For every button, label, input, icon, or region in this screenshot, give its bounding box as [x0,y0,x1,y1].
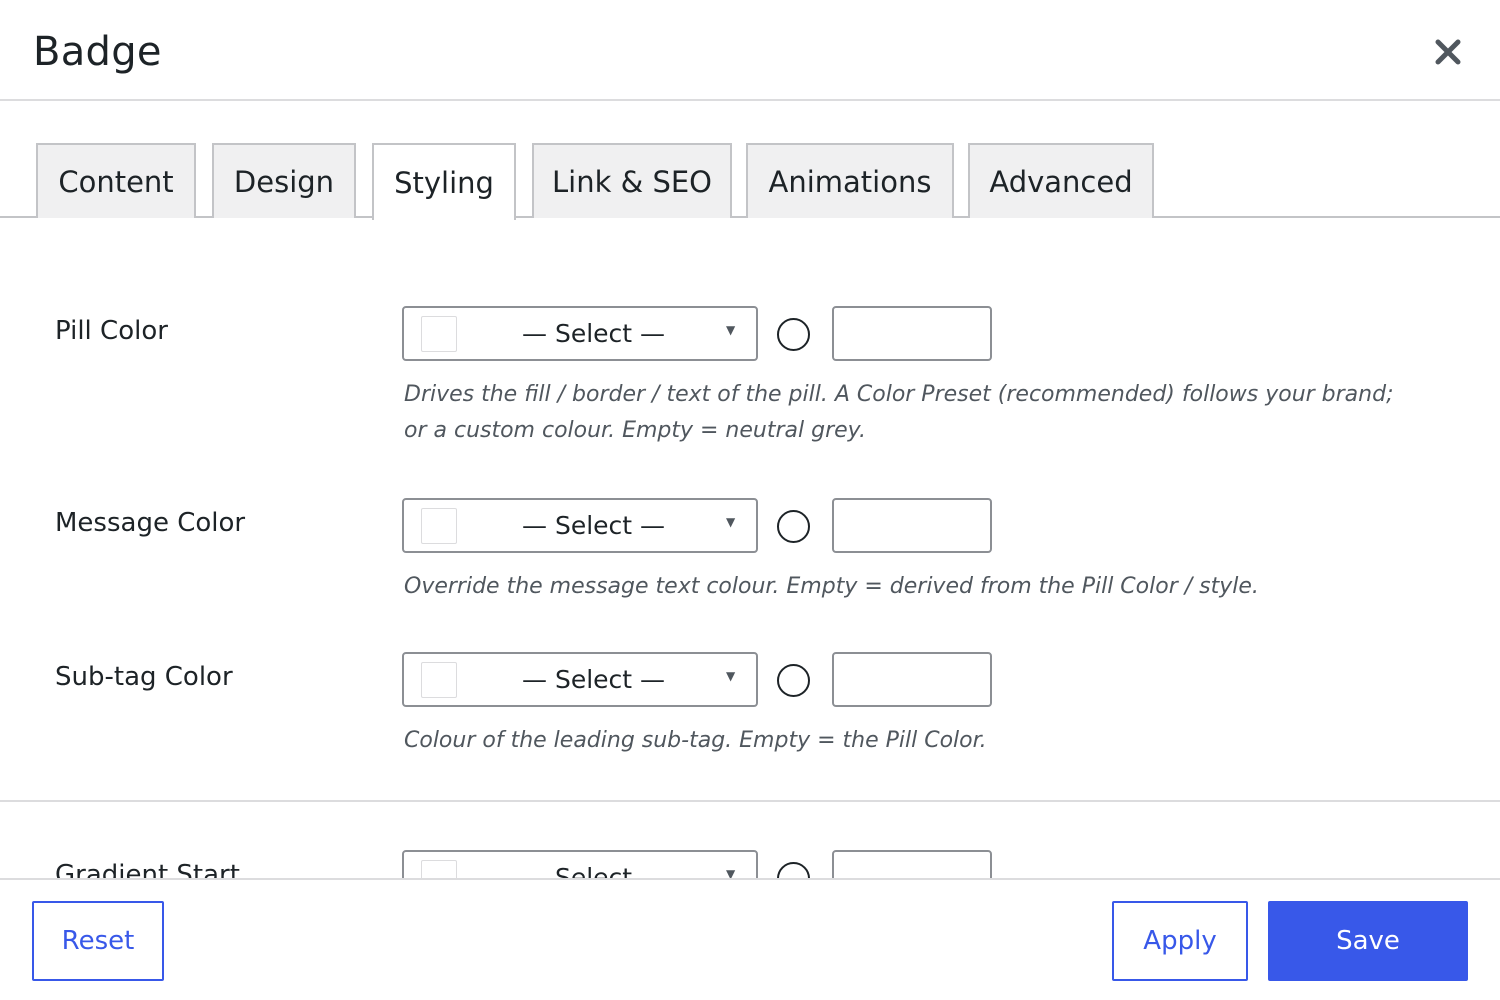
tab-bar: Content Design Styling Link & SEO Animat… [0,101,1500,220]
custom-color-radio[interactable] [777,862,810,878]
caret-down-icon: ▼ [726,515,736,529]
tab-advanced[interactable]: Advanced [968,143,1154,218]
section-divider [0,800,1500,802]
tab-styling[interactable]: Styling [372,143,516,220]
dialog-header: Badge [0,0,1500,101]
tab-design[interactable]: Design [212,143,356,218]
gradient-start-hex-input[interactable] [832,850,992,878]
pill-color-select[interactable]: — Select — ▼ [402,306,758,361]
tab-link-seo[interactable]: Link & SEO [532,143,732,218]
message-color-description: Override the message text colour. Empty … [404,574,1259,599]
close-icon [1435,39,1461,65]
pill-color-label: Pill Color [55,316,168,346]
message-color-select[interactable]: — Select — ▼ [402,498,758,553]
close-button[interactable] [1424,28,1472,76]
dialog-footer: Reset Apply Save [0,878,1500,1000]
apply-button[interactable]: Apply [1112,901,1248,981]
color-swatch [421,860,457,878]
caret-down-icon: ▼ [726,669,736,683]
subtag-color-description: Colour of the leading sub-tag. Empty = t… [404,728,987,753]
save-button[interactable]: Save [1268,901,1468,981]
gradient-start-label: Gradient Start [55,860,240,878]
custom-color-radio[interactable] [777,318,810,351]
message-color-hex-input[interactable] [832,498,992,553]
tab-content[interactable]: Content [36,143,196,218]
color-swatch [421,508,457,544]
styling-panel: Pill Color — Select — ▼ Drives the fill … [0,218,1500,878]
custom-color-radio[interactable] [777,664,810,697]
dialog-title: Badge [33,29,162,75]
caret-down-icon: ▼ [726,323,736,337]
pill-color-hex-input[interactable] [832,306,992,361]
select-value: — Select — [522,863,666,878]
color-swatch [421,316,457,352]
badge-settings-dialog: Badge Content Design Styling Link & SEO … [0,0,1500,1000]
reset-button[interactable]: Reset [32,901,164,981]
caret-down-icon: ▼ [726,867,736,878]
subtag-color-label: Sub-tag Color [55,662,233,692]
subtag-color-hex-input[interactable] [832,652,992,707]
select-value: — Select — [522,319,666,348]
message-color-label: Message Color [55,508,246,538]
select-value: — Select — [522,511,666,540]
select-value: — Select — [522,665,666,694]
pill-color-description: Drives the fill / border / text of the p… [404,382,1394,443]
subtag-color-select[interactable]: — Select — ▼ [402,652,758,707]
tab-animations[interactable]: Animations [746,143,954,218]
custom-color-radio[interactable] [777,510,810,543]
color-swatch [421,662,457,698]
gradient-start-select[interactable]: — Select — ▼ [402,850,758,878]
